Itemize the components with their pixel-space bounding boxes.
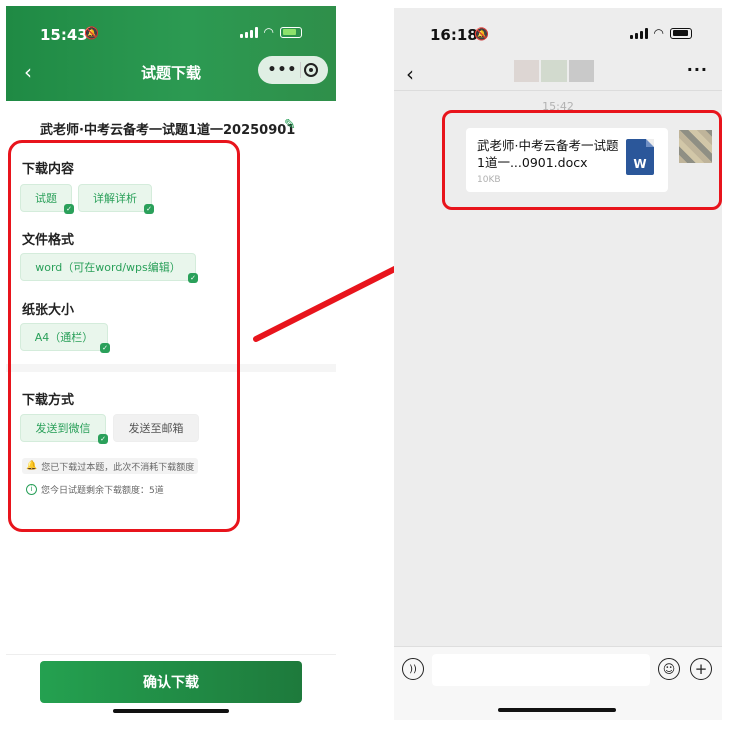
highlight-box-options xyxy=(8,140,240,532)
status-time: 16:18 xyxy=(430,26,478,44)
battery-icon xyxy=(670,27,692,39)
edit-pencil-icon[interactable]: ✎ xyxy=(284,117,296,133)
battery-icon xyxy=(280,26,302,38)
home-indicator xyxy=(498,708,616,712)
signal-icon xyxy=(629,27,648,39)
miniprogram-capsule[interactable]: ••• xyxy=(258,56,328,84)
home-indicator xyxy=(113,709,229,713)
right-phone-screen: 16:18 🔕 ◠ ‹ ··· 15:42 武老师·中考云备考一试题1道一...… xyxy=(394,8,722,720)
file-title: 武老师·中考云备考一试题1道一20250901 xyxy=(40,123,296,138)
emoji-icon[interactable]: ☺ xyxy=(658,658,680,680)
message-input[interactable] xyxy=(432,654,650,686)
contact-name-blurred xyxy=(514,60,594,82)
highlight-box-file xyxy=(442,110,722,210)
left-header: 15:43 🔕 ◠ ‹ 试题下载 ••• xyxy=(6,6,336,101)
wifi-icon: ◠ xyxy=(653,26,664,40)
status-indicators: ◠ xyxy=(629,26,692,40)
left-phone-screen: 15:43 🔕 ◠ ‹ 试题下载 ••• 武老师·中考云备考一试题1道一2025… xyxy=(6,6,336,736)
voice-icon[interactable]: )) xyxy=(402,658,424,680)
mute-bell-icon: 🔕 xyxy=(474,27,489,41)
status-time: 15:43 xyxy=(40,26,88,44)
close-target-icon[interactable] xyxy=(304,63,319,77)
mute-bell-icon: 🔕 xyxy=(84,26,99,40)
status-indicators: ◠ xyxy=(239,25,302,39)
back-chevron-icon[interactable]: ‹ xyxy=(406,62,414,86)
bottom-divider xyxy=(6,654,336,655)
signal-icon xyxy=(239,26,258,38)
capsule-divider xyxy=(300,62,302,78)
more-dots-icon[interactable]: ••• xyxy=(268,62,298,78)
plus-icon[interactable]: + xyxy=(690,658,712,680)
header-divider xyxy=(394,90,722,91)
confirm-download-button[interactable]: 确认下载 xyxy=(40,661,302,703)
wifi-icon: ◠ xyxy=(263,25,274,39)
more-dots-icon[interactable]: ··· xyxy=(687,60,708,79)
